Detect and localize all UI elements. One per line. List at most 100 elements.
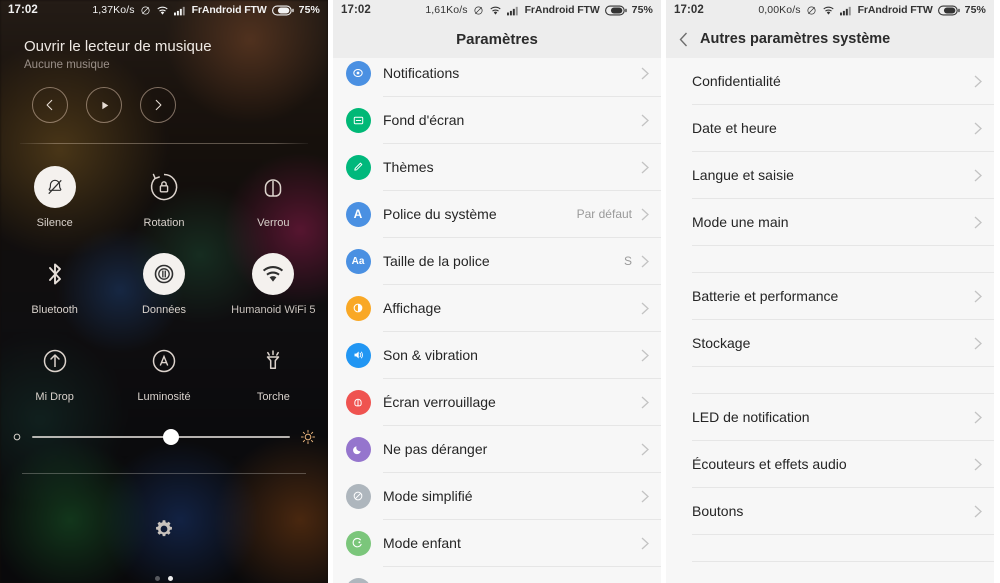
- other-settings-list: Confidentialité Date et heure Langue et …: [666, 58, 994, 562]
- toggle-wifi[interactable]: Humanoid WiFi 5: [219, 253, 328, 316]
- moon-icon: [345, 436, 371, 462]
- carrier-name: FrAndroid FTW: [857, 4, 933, 16]
- music-play-button[interactable]: [86, 87, 122, 123]
- settings-row-led-notification[interactable]: LED de notification: [666, 394, 994, 440]
- subpage-header: Autres paramètres système: [666, 20, 994, 58]
- row-label: Police du système: [383, 206, 497, 222]
- row-label: Taille de la police: [383, 253, 490, 269]
- row-label: LED de notification: [692, 409, 810, 425]
- carrier-name: FrAndroid FTW: [191, 4, 267, 16]
- settings-row-display[interactable]: Affichage: [333, 285, 661, 331]
- status-time: 17:02: [674, 4, 704, 16]
- row-label: Affichage: [383, 300, 442, 316]
- status-bar-panel2: 17:02 1,61Ko/s FrAndroid FTW 75%: [333, 0, 661, 20]
- battery-percent: 75%: [298, 4, 320, 16]
- page-title: Autres paramètres système: [700, 31, 891, 47]
- toggle-torche[interactable]: Torche: [219, 340, 328, 403]
- settings-row-kids-mode[interactable]: Mode enfant: [333, 520, 661, 566]
- wifi-icon: [489, 5, 502, 16]
- settings-list-panel: 17:02 1,61Ko/s FrAndroid FTW 75% Paramèt…: [328, 0, 661, 583]
- page-dot-1[interactable]: [155, 576, 160, 581]
- settings-row-sound[interactable]: Son & vibration: [333, 332, 661, 378]
- toggle-mi-drop[interactable]: Mi Drop: [0, 340, 109, 403]
- settings-row-langue-saisie[interactable]: Langue et saisie: [666, 152, 994, 198]
- toggle-luminosite[interactable]: Luminosité: [109, 340, 218, 403]
- chevron-right-icon: [641, 67, 649, 80]
- music-widget[interactable]: Ouvrir le lecteur de musique Aucune musi…: [0, 20, 328, 123]
- row-label: Écouteurs et effets audio: [692, 456, 847, 472]
- battery-icon: [937, 4, 960, 16]
- settings-row-batterie-performance[interactable]: Batterie et performance: [666, 273, 994, 319]
- brightness-slider[interactable]: [0, 403, 328, 445]
- chevron-right-icon: [974, 505, 982, 518]
- music-title: Ouvrir le lecteur de musique: [24, 38, 212, 55]
- section-gap: [666, 246, 994, 272]
- settings-row-simple-mode[interactable]: Mode simplifié: [333, 473, 661, 519]
- music-subtitle: Aucune musique: [24, 59, 110, 71]
- display-icon: [345, 295, 371, 321]
- settings-row-lockscreen[interactable]: Écran verrouillage: [333, 379, 661, 425]
- toggle-label: Luminosité: [137, 391, 191, 403]
- toggle-label: Verrou: [257, 217, 290, 229]
- row-label: Stockage: [692, 335, 751, 351]
- notifications-icon: [345, 60, 371, 86]
- status-time: 17:02: [8, 4, 38, 16]
- back-button[interactable]: [666, 32, 700, 47]
- row-label: Boutons: [692, 503, 744, 519]
- more-icon: [345, 577, 371, 583]
- lockscreen-icon: [345, 389, 371, 415]
- settings-row-other-system[interactable]: Autres paramètres système: [333, 567, 661, 583]
- settings-row-confidentialite[interactable]: Confidentialité: [666, 58, 994, 104]
- settings-row-ecouteurs-audio[interactable]: Écouteurs et effets audio: [666, 441, 994, 487]
- quick-toggles-grid: Silence Rotation Verrou Bluetooth Donnée…: [0, 166, 328, 403]
- brightness-track[interactable]: [32, 429, 290, 445]
- page-dot-2[interactable]: [168, 576, 173, 581]
- battery-percent: 75%: [631, 4, 653, 16]
- music-next-button[interactable]: [140, 87, 176, 123]
- settings-row-themes[interactable]: Thèmes: [333, 144, 661, 190]
- row-value: S: [623, 254, 632, 268]
- padlock-icon: [252, 166, 294, 208]
- flashlight-icon: [252, 340, 294, 382]
- gear-icon[interactable]: [153, 518, 175, 540]
- chevron-right-icon: [641, 443, 649, 456]
- section-separator: [692, 561, 994, 562]
- font-icon: A: [345, 201, 371, 227]
- toggle-verrou[interactable]: Verrou: [219, 166, 328, 229]
- wifi-icon: [252, 253, 295, 295]
- toggle-bluetooth[interactable]: Bluetooth: [0, 253, 109, 316]
- battery-icon: [271, 4, 294, 16]
- toggle-donnees[interactable]: Données: [109, 253, 218, 316]
- settings-row-mode-une-main[interactable]: Mode une main: [666, 199, 994, 245]
- simple-mode-icon: [345, 483, 371, 509]
- chevron-right-icon: [974, 411, 982, 424]
- signal-bars-icon: [839, 5, 853, 16]
- bell-muted-icon: [33, 166, 76, 208]
- next-icon: [155, 99, 162, 111]
- settings-row-boutons[interactable]: Boutons: [666, 488, 994, 534]
- toggle-label: Mi Drop: [35, 391, 74, 403]
- panel1-divider-bottom: [22, 473, 306, 474]
- status-bar-panel3: 17:02 0,00Ko/s FrAndroid FTW 75%: [666, 0, 994, 20]
- row-label: Langue et saisie: [692, 167, 794, 183]
- chevron-right-icon: [641, 208, 649, 221]
- signal-bars-icon: [173, 5, 187, 16]
- wifi-icon: [156, 5, 169, 16]
- settings-row-dnd[interactable]: Ne pas déranger: [333, 426, 661, 472]
- wifi-icon: [822, 5, 835, 16]
- settings-row-system-font[interactable]: A Police du système Par défaut: [333, 191, 661, 237]
- settings-row-date-heure[interactable]: Date et heure: [666, 105, 994, 151]
- toggle-label: Torche: [256, 391, 290, 403]
- settings-row-wallpaper[interactable]: Fond d'écran: [333, 97, 661, 143]
- toggle-label: Silence: [36, 217, 73, 229]
- settings-row-stockage[interactable]: Stockage: [666, 320, 994, 366]
- toggle-rotation[interactable]: Rotation: [109, 166, 218, 229]
- toggle-silence[interactable]: Silence: [0, 166, 109, 229]
- music-prev-button[interactable]: [32, 87, 68, 123]
- brightness-knob[interactable]: [163, 429, 180, 445]
- page-indicator: [0, 576, 328, 581]
- status-bar-panel1: 17:02 1,37Ko/s FrAndroid FTW 75%: [0, 0, 328, 20]
- row-label: Son & vibration: [383, 347, 478, 363]
- settings-row-font-size[interactable]: Aa Taille de la police S: [333, 238, 661, 284]
- chevron-right-icon: [641, 114, 649, 127]
